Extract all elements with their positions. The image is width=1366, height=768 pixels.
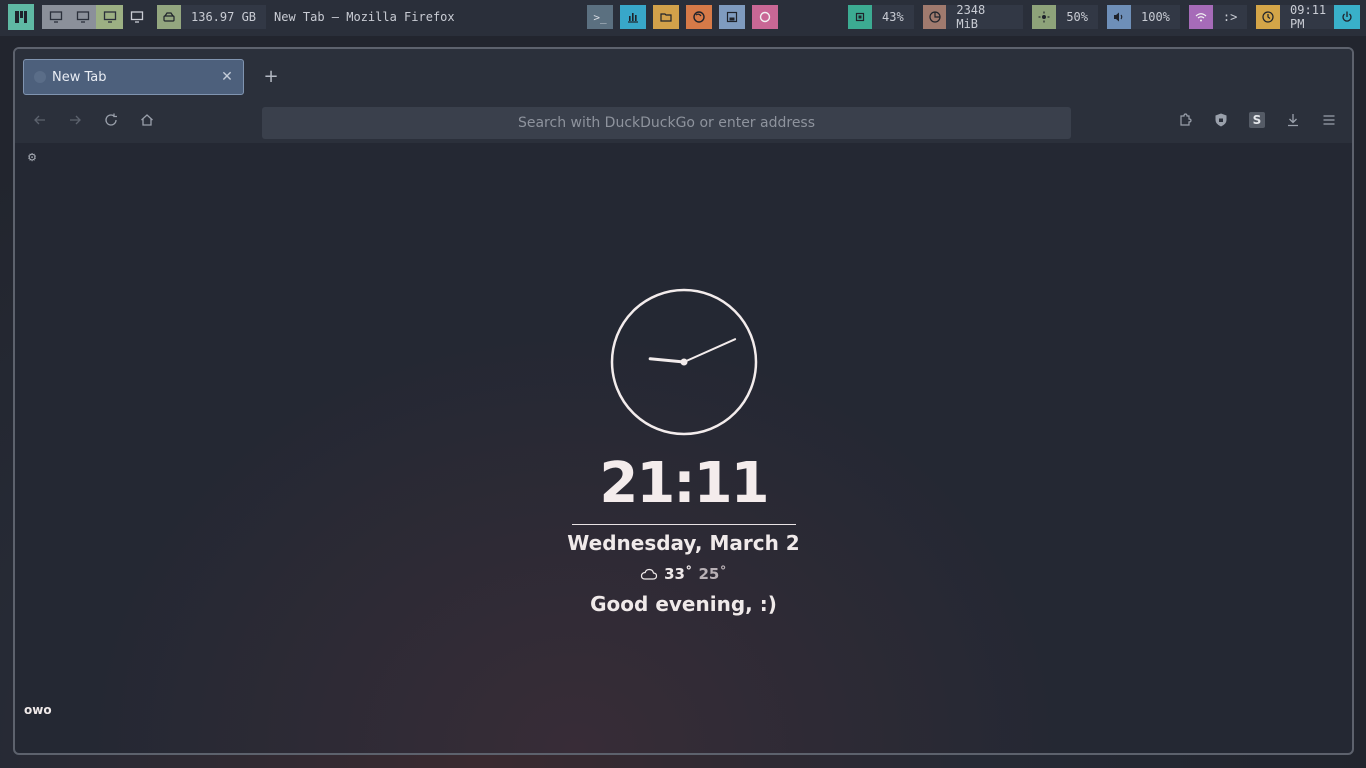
- folder-icon[interactable]: [653, 5, 679, 29]
- s-extension-icon: S: [1249, 112, 1265, 128]
- extensions-button[interactable]: [1174, 109, 1196, 131]
- brightness-status: 50%: [1032, 5, 1098, 29]
- disk-usage: 136.97 GB: [157, 5, 267, 29]
- memory-icon: [922, 5, 947, 29]
- home-button[interactable]: [136, 109, 158, 131]
- cloud-icon: [641, 568, 658, 580]
- brightness-value: 50%: [1056, 5, 1098, 29]
- app-menu-button[interactable]: [8, 4, 34, 30]
- power-button[interactable]: [1334, 5, 1360, 29]
- shield-button[interactable]: [1210, 109, 1232, 131]
- minute-hand: [683, 338, 737, 363]
- workspace-4[interactable]: [123, 5, 150, 29]
- volume-status[interactable]: 100%: [1107, 5, 1180, 29]
- monitor-icon: [76, 11, 89, 23]
- favicon-icon: [34, 71, 46, 83]
- arrow-right-icon: [70, 115, 81, 125]
- monitor-icon: [130, 11, 143, 23]
- divider: [572, 524, 796, 525]
- clock-center: [680, 358, 688, 366]
- system-status: 43% 2348 MiB 50% 100% :> 09:11 PM: [848, 3, 1366, 31]
- home-icon: [141, 114, 153, 126]
- navigation-toolbar: S: [15, 97, 1352, 143]
- arrow-left-icon: [34, 115, 45, 125]
- top-bar: 136.97 GB New Tab — Mozilla Firefox >_ 4…: [0, 0, 1366, 36]
- s-extension-button[interactable]: S: [1246, 109, 1268, 131]
- puzzle-icon: [1180, 113, 1192, 126]
- gear-icon[interactable]: ⚙: [26, 151, 38, 164]
- analog-clock: [610, 288, 758, 436]
- weather-widget: 33˚ 25˚: [15, 565, 1352, 583]
- power-icon: [1342, 11, 1352, 22]
- reload-button[interactable]: [100, 109, 122, 131]
- volume-value: 100%: [1131, 5, 1180, 29]
- terminal-icon[interactable]: >_: [587, 5, 613, 29]
- window-title: New Tab — Mozilla Firefox: [274, 10, 455, 24]
- close-tab-icon[interactable]: ✕: [219, 68, 235, 86]
- workspace-1[interactable]: [42, 5, 69, 29]
- tab-title: New Tab: [52, 69, 107, 85]
- hour-hand: [648, 357, 686, 364]
- disk-value: 136.97 GB: [181, 5, 267, 29]
- new-tab-page: ⚙ 21:11 Wednesday, March 2 33˚ 25˚ Good …: [15, 143, 1352, 753]
- volume-icon: [1107, 5, 1131, 29]
- greeting-text: Good evening, :): [590, 592, 777, 616]
- digital-time: 21:11: [599, 451, 769, 516]
- hamburger-icon: [1323, 115, 1335, 125]
- shield-icon: [1215, 113, 1227, 127]
- download-icon: [1288, 114, 1298, 127]
- cpu-value: 43%: [872, 5, 914, 29]
- weather-high: 33˚: [664, 565, 693, 583]
- monitor-icon: [103, 11, 116, 23]
- grid-menu-icon: [15, 11, 27, 23]
- url-bar[interactable]: [262, 107, 1071, 139]
- downloads-button[interactable]: [1282, 109, 1304, 131]
- new-tab-button[interactable]: +: [261, 66, 281, 87]
- forward-button[interactable]: [64, 109, 86, 131]
- firefox-icon[interactable]: [686, 5, 712, 29]
- save-icon[interactable]: [719, 5, 745, 29]
- launcher-bar: >_: [587, 5, 785, 29]
- back-button[interactable]: [29, 109, 51, 131]
- network-status[interactable]: :>: [1188, 5, 1248, 29]
- tab-strip: New Tab ✕ +: [15, 49, 1352, 97]
- network-value: :>: [1212, 5, 1248, 29]
- weather-low: 25˚: [698, 565, 727, 583]
- clock-icon: [1256, 5, 1281, 29]
- wifi-icon: [1188, 5, 1213, 29]
- cpu-icon: [848, 5, 872, 29]
- cpu-status: 43%: [848, 5, 914, 29]
- workspace-switcher: [42, 5, 150, 29]
- brightness-icon: [1032, 5, 1057, 29]
- memory-status: 2348 MiB: [922, 3, 1024, 31]
- record-icon[interactable]: [752, 5, 778, 29]
- drive-icon: [157, 5, 181, 29]
- date-text: Wednesday, March 2: [567, 531, 800, 555]
- firefox-window: New Tab ✕ + Search with DuckDuckGo or en…: [13, 47, 1354, 755]
- workspace-3[interactable]: [96, 5, 123, 29]
- tab-new-tab[interactable]: New Tab ✕: [23, 59, 244, 95]
- reload-icon: [105, 113, 117, 126]
- app-menu-hamburger[interactable]: [1318, 109, 1340, 131]
- footer-text: owo: [24, 703, 52, 717]
- monitor-icon: [49, 11, 62, 23]
- workspace-2[interactable]: [69, 5, 96, 29]
- memory-value: 2348 MiB: [946, 3, 1024, 31]
- chart-icon[interactable]: [620, 5, 646, 29]
